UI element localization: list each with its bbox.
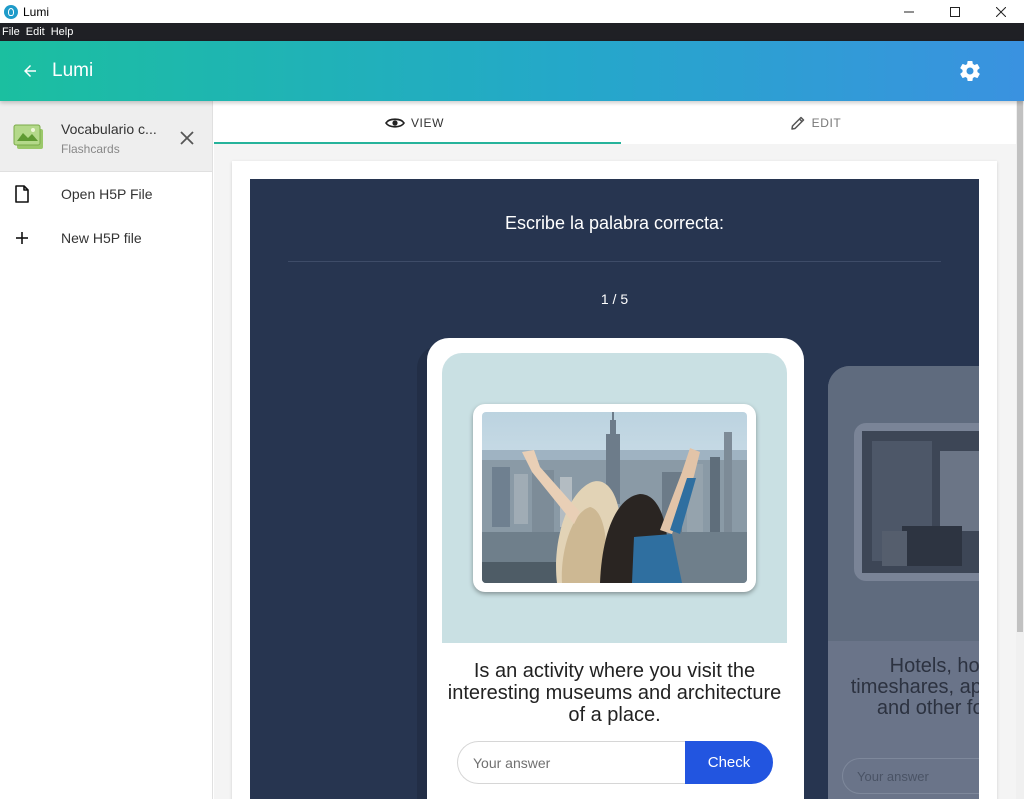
window-titlebar: Lumi: [0, 0, 1024, 23]
open-h5p-file-button[interactable]: Open H5P File: [0, 172, 212, 216]
gear-icon: [960, 61, 980, 82]
next-card-image-area: [828, 366, 979, 641]
new-h5p-file-label: New H5P file: [61, 230, 142, 246]
file-name: Vocabulario c...: [61, 121, 157, 137]
check-button[interactable]: Check: [685, 741, 773, 784]
close-file-button[interactable]: [178, 129, 196, 147]
minimize-button[interactable]: [886, 0, 932, 23]
sidebar: Vocabulario c... Flashcards Open H5P Fil…: [0, 101, 213, 799]
window-scrollbar[interactable]: [1016, 56, 1024, 799]
description-divider: [288, 261, 941, 262]
open-h5p-file-label: Open H5P File: [61, 186, 153, 202]
card-progress: 1 / 5: [600, 291, 629, 307]
answer-input[interactable]: [457, 741, 697, 784]
window-controls: [886, 0, 1024, 23]
menu-edit[interactable]: Edit: [24, 26, 49, 38]
menu-bar: File Edit Help: [0, 23, 1024, 41]
file-type: Flashcards: [61, 142, 120, 156]
back-button[interactable]: [18, 59, 42, 83]
new-h5p-file-button[interactable]: New H5P file: [0, 216, 212, 260]
close-icon: [996, 6, 1006, 17]
tab-view[interactable]: VIEW: [214, 101, 615, 144]
window-title: Lumi: [23, 4, 50, 19]
card-question-text: Is an activity where you visit the inter…: [447, 660, 782, 726]
next-card-photo-hotel-room: [862, 431, 979, 573]
maximize-button[interactable]: [932, 0, 978, 23]
next-card-answer-input: Your answer: [842, 758, 979, 794]
pencil-icon: [790, 116, 804, 130]
menu-file[interactable]: File: [0, 26, 24, 38]
arrow-left-icon: [24, 65, 36, 77]
eye-icon: [384, 117, 405, 128]
close-window-button[interactable]: [978, 0, 1024, 23]
file-icon: [13, 185, 31, 203]
minimize-icon: [904, 11, 914, 12]
card-photo-city-skyline: [482, 412, 747, 583]
app-title: Lumi: [52, 60, 94, 81]
tab-edit-label: EDIT: [811, 115, 842, 130]
card-photo-frame: [473, 404, 756, 592]
scrollbar-thumb[interactable]: [1017, 56, 1023, 632]
active-tab-indicator: [214, 142, 621, 144]
menu-help[interactable]: Help: [49, 26, 78, 38]
view-edit-tabs: VIEW EDIT: [214, 101, 1016, 144]
next-card-question-text: Hotels, hostels, timeshares, apartments,…: [850, 655, 979, 719]
next-flashcard: Hotels, hostels, timeshares, apartments,…: [828, 366, 979, 799]
flashcards-player: Escribe la palabra correcta: 1 / 5 Is an…: [250, 179, 979, 799]
next-card-photo-frame: [854, 423, 979, 581]
card-image-area: [442, 353, 787, 643]
close-icon: [180, 131, 194, 145]
flashcards-description: Escribe la palabra correcta:: [504, 213, 725, 233]
flashcards-thumbnail-icon: [13, 121, 45, 151]
h5p-container: Escribe la palabra correcta: 1 / 5 Is an…: [232, 161, 997, 799]
maximize-icon: [950, 6, 960, 17]
main-content: VIEW EDIT Escribe la palabra correcta: 1…: [214, 101, 1016, 799]
tab-view-label: VIEW: [410, 115, 445, 130]
plus-icon: [13, 229, 31, 247]
settings-button[interactable]: [958, 59, 982, 83]
answer-row: Check: [457, 741, 773, 784]
tab-edit[interactable]: EDIT: [615, 101, 1016, 144]
open-file-item[interactable]: Vocabulario c... Flashcards: [0, 101, 212, 172]
lumi-logo-icon: [4, 4, 18, 19]
app-bar: Lumi: [0, 41, 1024, 101]
current-flashcard: Is an activity where you visit the inter…: [427, 338, 804, 799]
